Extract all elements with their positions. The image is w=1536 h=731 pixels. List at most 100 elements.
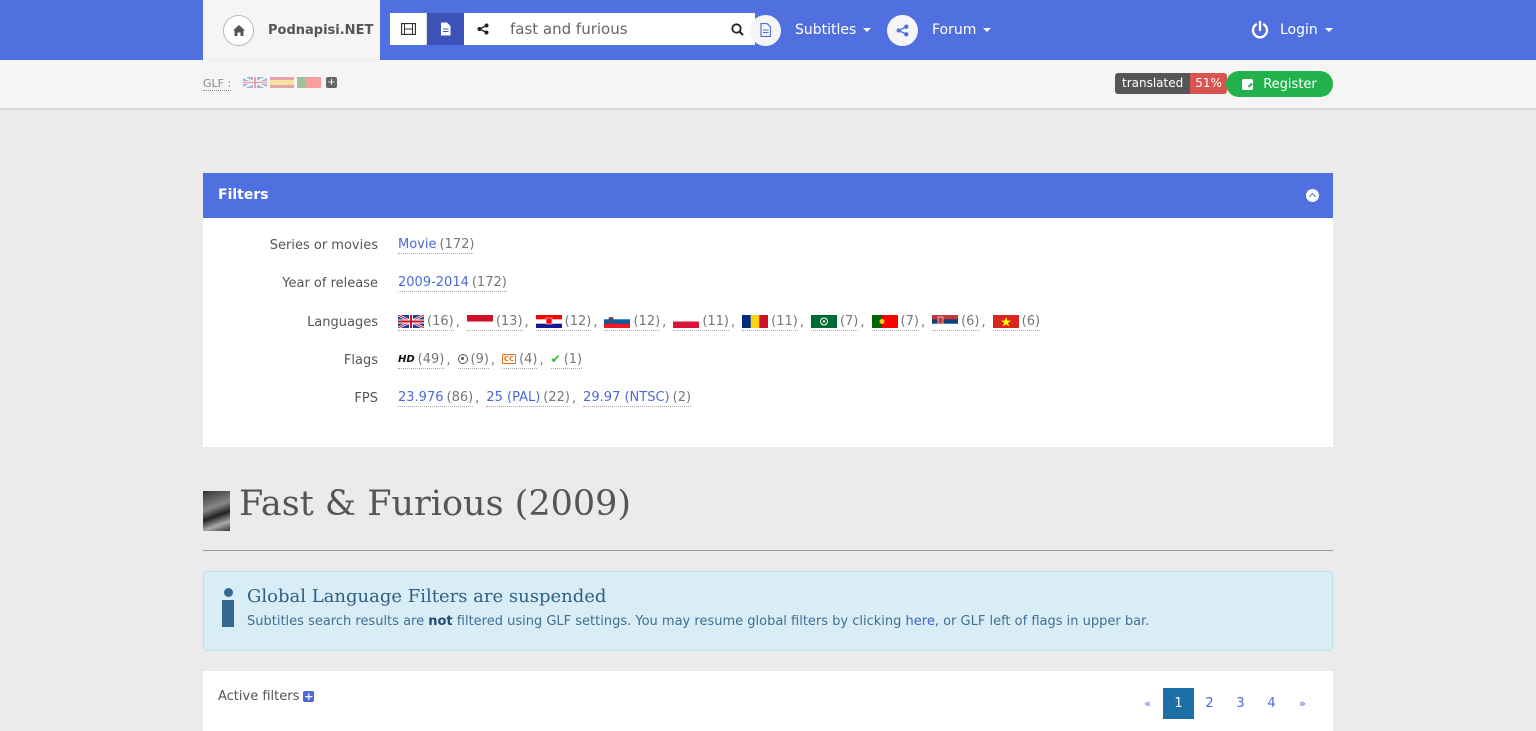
filter-option-count: (86) (446, 389, 474, 405)
filter-label: Series or movies (269, 237, 378, 253)
pagination-page-4[interactable]: 4 (1256, 688, 1287, 719)
filter-option-count: (2) (672, 389, 692, 405)
filter-label: Year of release (282, 275, 378, 291)
language-option-vn[interactable]: (6) (992, 313, 1041, 331)
alert-text-part: filtered using GLF settings. You may res… (452, 614, 906, 629)
glf-toggle[interactable]: GLF : (203, 77, 232, 91)
filter-option-count: (11) (702, 313, 729, 329)
filter-option-count: (6) (1021, 313, 1041, 329)
filter-option-label: Movie (398, 236, 437, 252)
document-icon (441, 22, 451, 36)
language-option-pl[interactable]: (11) (673, 314, 729, 331)
filter-option-count: (22) (543, 389, 570, 405)
filter-option-count: (172) (471, 274, 507, 290)
flag-uk-icon[interactable] (243, 77, 267, 88)
translation-status-badge[interactable]: translated 51% (1115, 73, 1227, 94)
fps-option[interactable]: 29.97 (NTSC) (2) (583, 389, 692, 407)
flag-option-hearing-impaired[interactable]: (9) (457, 351, 489, 369)
chevron-down-icon (863, 28, 872, 32)
pagination-page-3[interactable]: 3 (1225, 688, 1256, 719)
divider (203, 550, 1333, 551)
language-option-pt[interactable]: (7) (871, 314, 919, 331)
filter-option-label: 25 (PAL) (486, 389, 541, 405)
language-option-id[interactable]: (13) (466, 314, 523, 331)
language-option-ro[interactable]: (11) (742, 314, 798, 331)
filter-option-year-range[interactable]: 2009-2014 (172) (398, 275, 507, 292)
filters-panel-body: Series or movies Movie (172) Year of rel… (203, 218, 1333, 447)
filter-row-flags: Flags HD (49) , (9) , CC (4) , ✔ (1) (203, 350, 583, 370)
filter-row-fps: FPS 23.976 (86) , 25 (PAL) (22) , 29.97 … (203, 388, 692, 408)
brand-link[interactable]: Podnapisi.NET (203, 0, 380, 60)
subtitles-search-toggle[interactable] (427, 13, 464, 45)
pagination-next[interactable]: » (1287, 688, 1318, 719)
resume-filters-link[interactable]: here (906, 614, 935, 629)
flag-pl-icon (673, 314, 700, 328)
search-input[interactable] (501, 13, 719, 45)
pagination-page-2[interactable]: 2 (1194, 688, 1225, 719)
filter-label: FPS (354, 390, 378, 406)
pagination-page-1[interactable]: 1 (1163, 688, 1194, 719)
language-option-rs[interactable]: (6) (932, 313, 980, 331)
filter-row-year: Year of release 2009-2014 (172) (203, 273, 507, 293)
add-language-button[interactable]: + (326, 77, 337, 88)
share-icon (887, 14, 918, 46)
flag-pt-icon[interactable] (297, 77, 321, 88)
share-icon (477, 23, 488, 35)
flag-id-icon (466, 314, 493, 328)
language-option-hr[interactable]: (12) (535, 313, 592, 331)
filter-option-count: (12) (633, 313, 661, 329)
filter-option-count: (7) (839, 313, 859, 329)
filter-option-label: 2009-2014 (398, 274, 469, 290)
alert-text-part: , or GLF left of flags in upper bar. (934, 614, 1150, 629)
plus-icon: + (303, 690, 315, 703)
subtitles-menu[interactable]: Subtitles (750, 14, 872, 46)
flag-option-verified[interactable]: ✔ (1) (550, 352, 583, 369)
language-option-si[interactable]: (12) (604, 313, 661, 331)
filter-option-count: (9) (470, 351, 489, 367)
filter-option-count: (12) (564, 313, 592, 329)
subtitles-menu-label: Subtitles (795, 22, 857, 38)
flag-ar-icon (810, 314, 837, 328)
translated-percent: 51% (1190, 73, 1227, 94)
movie-poster[interactable] (203, 491, 230, 531)
register-button[interactable]: Register (1226, 71, 1333, 97)
filter-option-count: (6) (961, 313, 980, 329)
flag-uk-icon (398, 314, 424, 328)
login-menu[interactable]: Login (1250, 14, 1333, 46)
edit-icon (1242, 78, 1254, 90)
movies-search-toggle[interactable] (390, 13, 427, 45)
flag-si-icon (604, 314, 631, 328)
active-filters-toggle[interactable]: Active filters + (218, 689, 315, 704)
fps-option[interactable]: 25 (PAL) (22) (486, 390, 570, 407)
chevron-up-icon[interactable] (1306, 189, 1319, 202)
flag-option-cc[interactable]: CC (4) (502, 352, 538, 369)
chevron-down-icon (983, 28, 992, 32)
filter-row-series: Series or movies Movie (172) (203, 235, 475, 255)
filter-option-count: (172) (439, 236, 475, 252)
login-menu-label: Login (1280, 22, 1318, 38)
filters-panel-header[interactable]: Filters (203, 173, 1333, 218)
chevron-down-icon (1324, 28, 1333, 32)
filter-option-count: (11) (771, 313, 798, 329)
language-option-ar[interactable]: (7) (810, 313, 859, 331)
movie-title: Fast & Furious (2009) (239, 484, 632, 524)
flag-option-hd[interactable]: HD (49) (398, 352, 445, 369)
filter-row-languages: Languages (16) , (13) , (12) , (12) , (1… (203, 312, 1041, 332)
alert-text-part: Subtitles search results are (247, 614, 429, 629)
search-group (390, 13, 755, 45)
share-search-toggle[interactable] (464, 13, 501, 45)
hearing-impaired-icon (457, 354, 468, 364)
forum-menu[interactable]: Forum (887, 14, 992, 46)
flag-es-icon[interactable] (270, 77, 294, 88)
power-icon (1251, 20, 1269, 39)
language-option-uk[interactable]: (16) (398, 314, 454, 331)
alert-title: Global Language Filters are suspended (247, 586, 607, 607)
check-icon: ✔ (550, 352, 561, 366)
flag-pt-icon (871, 314, 898, 328)
secondary-bar: GLF : + translated 51% Register (0, 60, 1536, 108)
top-navbar: Podnapisi.NET Subtitles Forum Login (0, 0, 1536, 60)
filters-title: Filters (218, 187, 269, 203)
filter-option-movie[interactable]: Movie (172) (398, 236, 475, 254)
pagination-prev[interactable]: « (1132, 688, 1163, 719)
fps-option[interactable]: 23.976 (86) (398, 389, 474, 407)
